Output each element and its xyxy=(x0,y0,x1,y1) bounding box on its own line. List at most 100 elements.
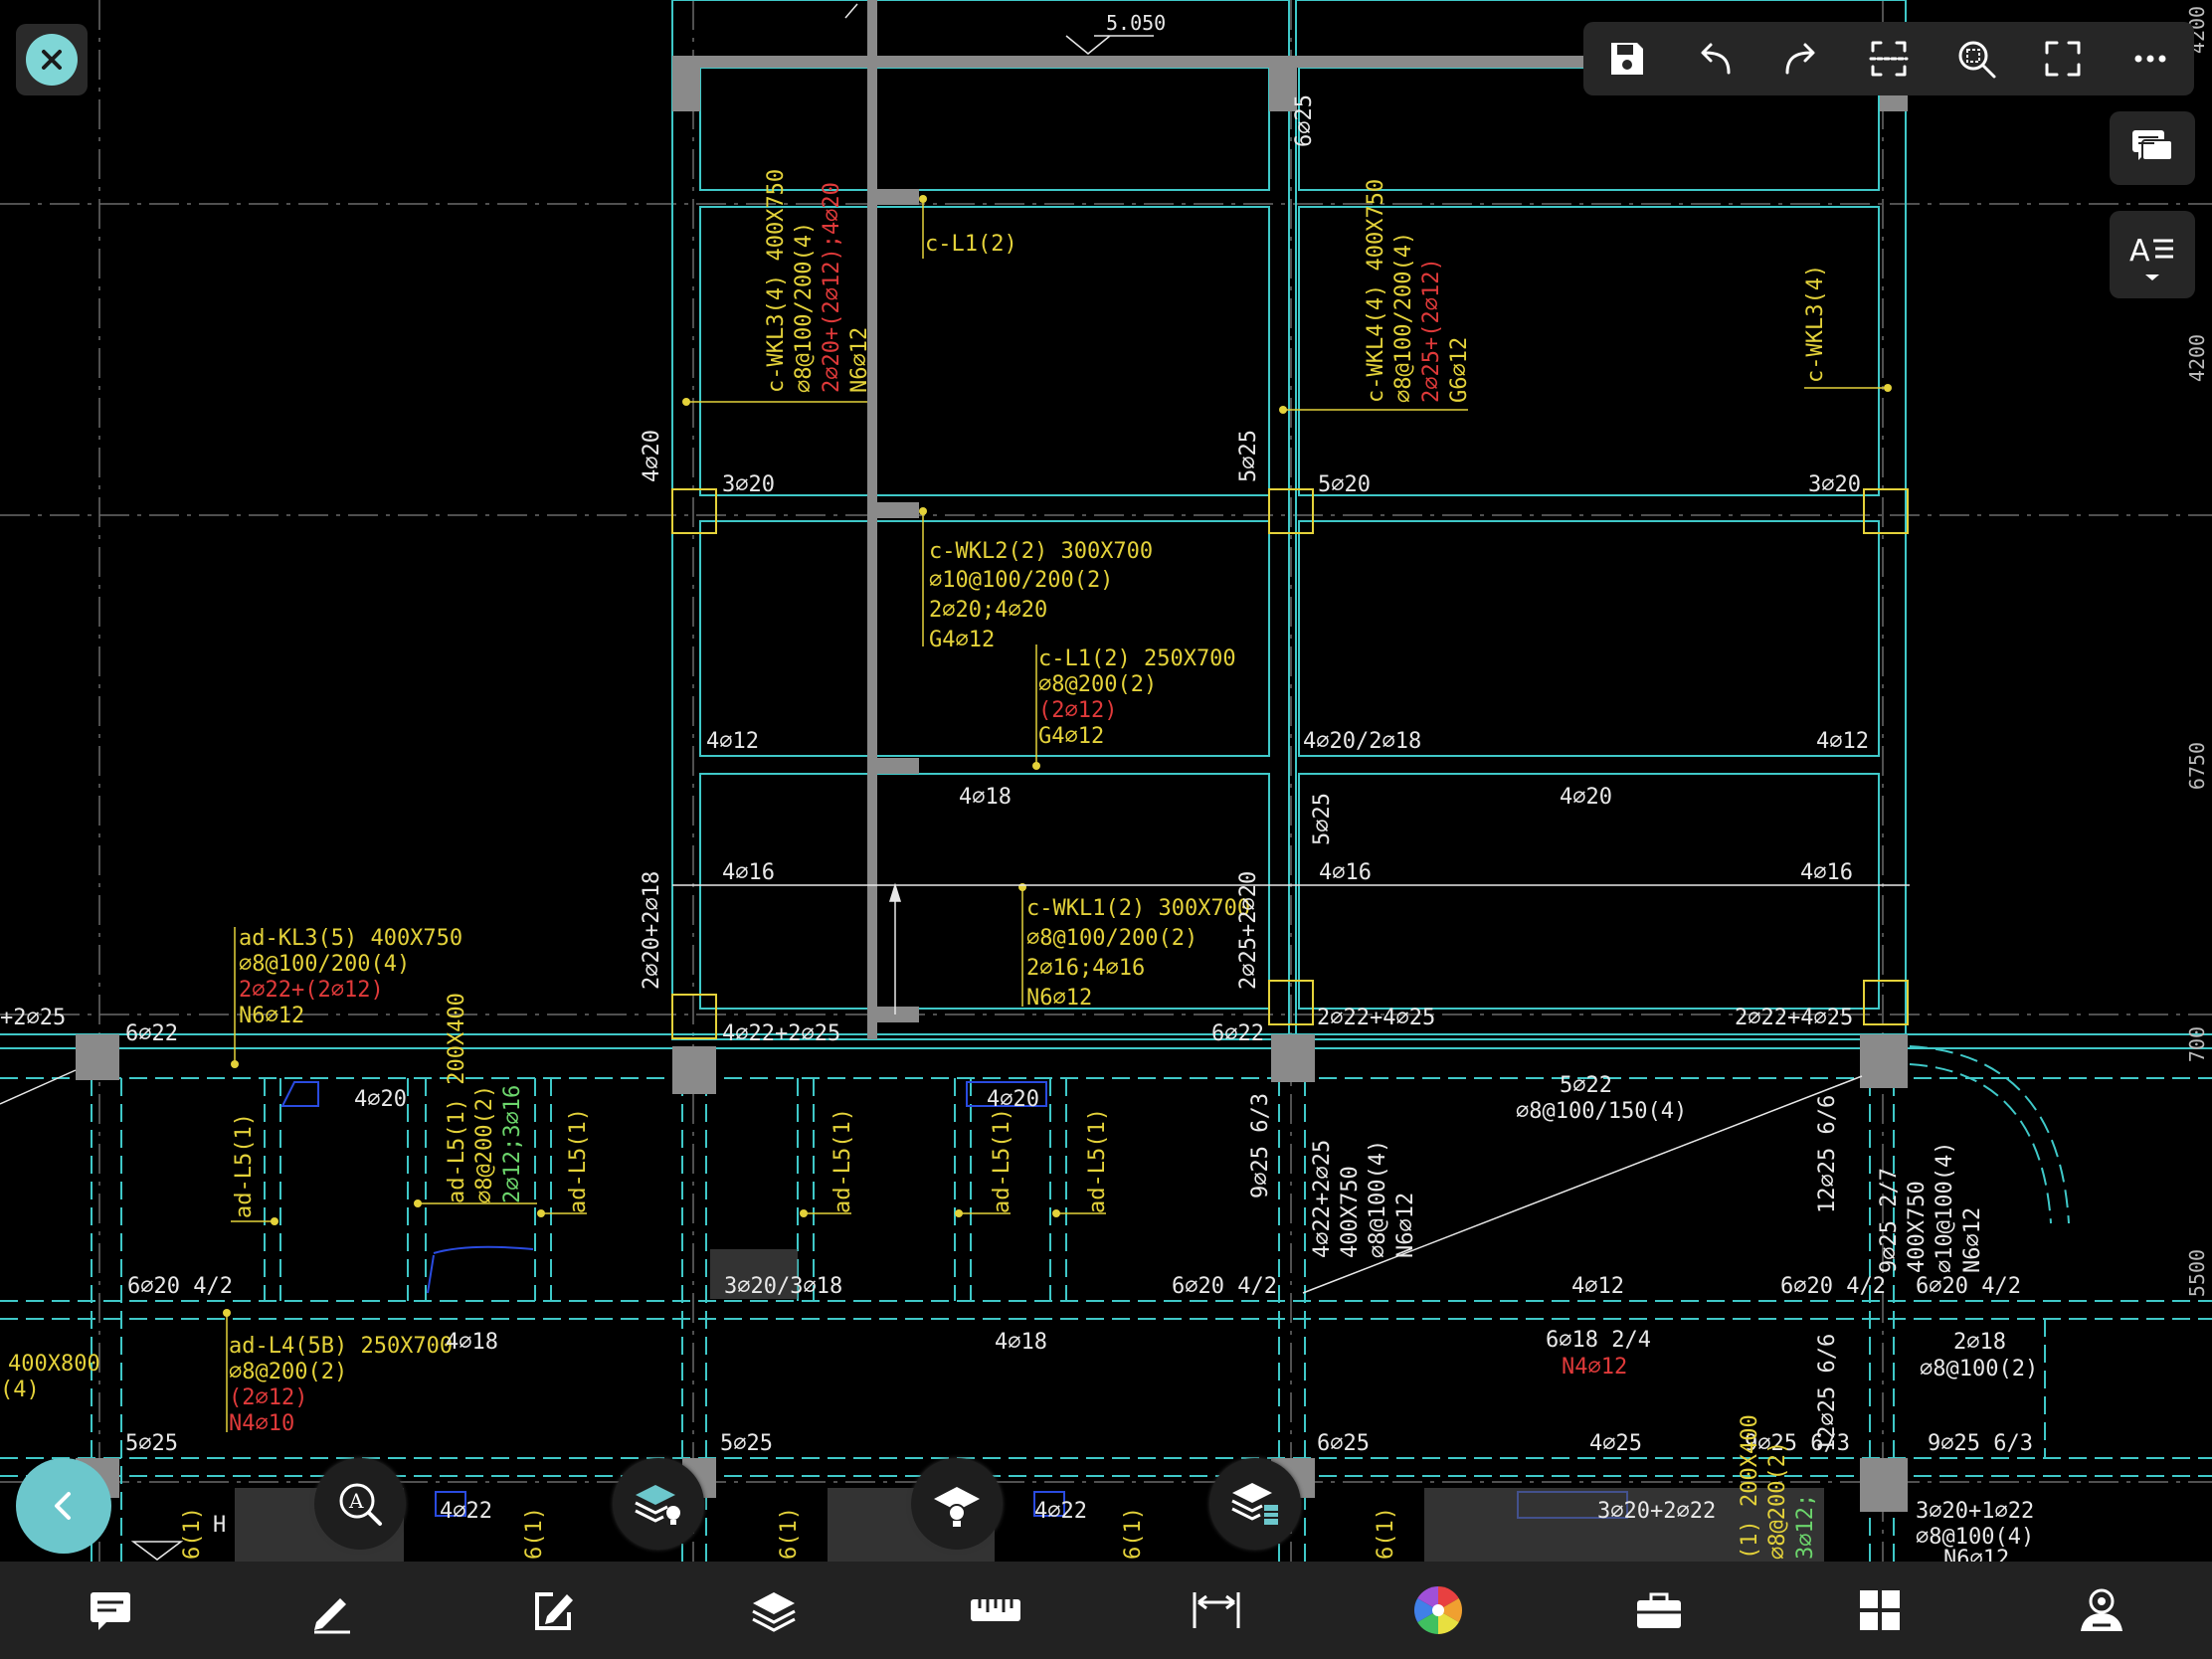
drawing-label: ⌀10@100(4) xyxy=(1933,1142,1957,1273)
drawing-label: ⌀8@100/200(4) xyxy=(239,952,410,977)
drawing-label: ⌀8@100(4) xyxy=(1366,1140,1390,1258)
pencil-button[interactable] xyxy=(287,1570,377,1650)
drawing-label: 5⌀20 xyxy=(1318,472,1371,497)
drawing-label: 6(1) xyxy=(1121,1507,1146,1560)
user-button[interactable] xyxy=(2057,1570,2146,1650)
svg-text:A: A xyxy=(348,1489,364,1513)
drawing-label: c-WKL4(4) 400X750 xyxy=(1364,179,1388,403)
redo-button[interactable] xyxy=(1766,24,1836,93)
svg-text:A: A xyxy=(2129,234,2150,269)
back-button[interactable] xyxy=(16,1458,111,1554)
drawing-label: (1) 200X400 xyxy=(1738,1414,1762,1560)
drawing-label: 6(1) xyxy=(180,1507,205,1560)
drawing-label: 4⌀16 xyxy=(1319,860,1372,885)
cad-drawing-canvas[interactable]: 6⌀25c-L1(2)c-WKL3(4) 400X750 ⌀8@100/200(4… xyxy=(0,0,2212,1562)
drawing-label: 4⌀16 xyxy=(1800,860,1853,885)
text-list-button[interactable]: A xyxy=(2110,211,2195,298)
drawing-label: 2⌀20+(2⌀12);4⌀20 xyxy=(820,182,844,393)
drawing-label: ad-L5(1) xyxy=(990,1108,1014,1213)
toolbox-icon xyxy=(1636,1592,1681,1628)
drawing-label: 2⌀25+2⌀20 xyxy=(1236,871,1261,990)
drawing-label: 2⌀20;4⌀20 xyxy=(929,598,1047,623)
drawing-label: 4⌀25 xyxy=(1589,1431,1642,1456)
edit-button[interactable] xyxy=(508,1570,598,1650)
save-button[interactable] xyxy=(1592,24,1662,93)
text-search-button[interactable]: A xyxy=(314,1458,406,1550)
upper-walls xyxy=(0,0,2212,1049)
drawing-label: ⌀8@100/150(4) xyxy=(1516,1099,1687,1124)
layers-light-icon xyxy=(635,1485,680,1525)
more-button[interactable] xyxy=(2116,24,2185,93)
drawing-label: 4⌀20 xyxy=(987,1087,1039,1112)
layers-icon xyxy=(752,1592,797,1632)
drawing-label: c-WKL3(4) 400X750 xyxy=(764,169,789,393)
drawing-label: 2⌀12;3⌀16 xyxy=(500,1085,525,1203)
close-icon xyxy=(26,34,78,86)
drawing-label: 4⌀20 xyxy=(640,430,664,482)
bottom-toolbar xyxy=(0,1562,2212,1659)
layer-bulb-icon xyxy=(934,1487,980,1527)
comment-icon xyxy=(2132,130,2173,161)
drawing-label: (2⌀12) xyxy=(1038,698,1117,723)
drawing-label: 4⌀22 xyxy=(1034,1499,1087,1524)
comment-button[interactable] xyxy=(2110,111,2195,185)
drawing-label: 4⌀12 xyxy=(706,729,759,754)
ruler-button[interactable] xyxy=(951,1570,1040,1650)
drawing-label: 2⌀22+4⌀25 xyxy=(1317,1006,1435,1030)
drawing-label: 3⌀20+1⌀22 xyxy=(1916,1499,2034,1524)
drawing-label: 6(1) xyxy=(522,1507,547,1560)
drawing-label: 3⌀12; xyxy=(1793,1494,1818,1560)
right-dimension-labels: 4200420067507005500 xyxy=(2185,6,2209,1297)
drawing-label: 6⌀20 4/2 xyxy=(1916,1274,2021,1299)
drawing-label: G4⌀12 xyxy=(1038,724,1104,749)
drawing-label: ⌀8@200(2) xyxy=(1765,1441,1790,1560)
drawing-label: 5⌀25 xyxy=(1236,430,1261,482)
drawing-label: 5⌀25 xyxy=(720,1431,773,1456)
annotation-button[interactable] xyxy=(66,1570,155,1650)
drawing-label: 2⌀25+(2⌀12) xyxy=(1419,258,1444,403)
drawing-label: N6⌀12 xyxy=(1393,1193,1418,1258)
layer-bulb-button[interactable] xyxy=(911,1458,1003,1550)
drawing-label: 2⌀22+4⌀25 xyxy=(1735,1006,1853,1030)
more-icon xyxy=(2134,55,2166,63)
toolbox-button[interactable] xyxy=(1614,1570,1704,1650)
drawing-label: 2⌀16;4⌀16 xyxy=(1026,956,1145,981)
close-button[interactable] xyxy=(16,24,88,95)
zoom-icon xyxy=(1958,41,1996,79)
drawing-label: 3⌀20 xyxy=(1808,472,1861,497)
zoom-button[interactable] xyxy=(1941,24,2011,93)
drawing-label: 6⌀25 xyxy=(1317,1431,1370,1456)
drawing-label: (4) xyxy=(0,1378,40,1402)
layers-light-button[interactable] xyxy=(613,1458,704,1550)
drawing-label: G6⌀12 xyxy=(1447,337,1472,403)
drawing-label: 4⌀18 xyxy=(959,785,1012,810)
drawing-label: 2⌀22+(2⌀12) xyxy=(239,978,384,1003)
drawing-label: ⌀8@100/200(4) xyxy=(792,222,817,393)
drawing-label: 3⌀20 xyxy=(722,472,775,497)
drawing-label: ad-L5(1) 200X400 xyxy=(445,993,469,1203)
layers-button[interactable] xyxy=(729,1570,819,1650)
drawing-label: 3⌀20+2⌀22 xyxy=(1597,1499,1716,1524)
drawing-label: ad-L5(1) xyxy=(566,1108,591,1213)
drawing-label: 12⌀25 6/6 xyxy=(1815,1095,1840,1213)
fullscreen-icon xyxy=(2045,41,2081,77)
undo-button[interactable] xyxy=(1680,24,1750,93)
color-wheel-button[interactable] xyxy=(1393,1570,1483,1650)
drawing-label: 4⌀22+2⌀25 xyxy=(1310,1140,1335,1258)
fullscreen-button[interactable] xyxy=(2028,24,2098,93)
layers-table-button[interactable] xyxy=(1209,1458,1301,1550)
dimension-label: 5500 xyxy=(2185,1249,2209,1297)
drawing-label: ⌀8@200(2) xyxy=(472,1085,497,1203)
drawing-label: 6⌀20 4/2 xyxy=(127,1274,233,1299)
dimension-button[interactable] xyxy=(1172,1570,1261,1650)
drawing-label: ad-L4(5B) 250X700 xyxy=(229,1334,453,1359)
drawing-label: ⌀8@200(2) xyxy=(229,1360,347,1384)
drawing-label: 9⌀25 2/7 xyxy=(1877,1168,1902,1273)
grid-button[interactable] xyxy=(1835,1570,1925,1650)
drawing-label: H xyxy=(213,1513,226,1538)
drawing-label: N4⌀12 xyxy=(1562,1355,1627,1380)
drawing-label: ⌀8@200(2) xyxy=(1038,672,1157,697)
drawing-label: 5⌀25 xyxy=(125,1431,178,1456)
drawing-label: N6⌀12 xyxy=(1960,1207,1985,1273)
crop-button[interactable] xyxy=(1854,24,1924,93)
